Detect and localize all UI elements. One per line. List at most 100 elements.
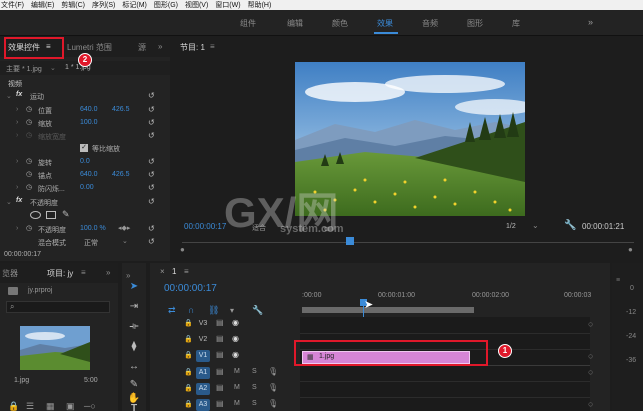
fit-select[interactable]: 适合 <box>252 223 266 233</box>
mute-button[interactable]: M <box>234 400 240 407</box>
stopwatch-icon[interactable]: ◷ <box>26 105 32 113</box>
fx-badge-icon[interactable]: fx <box>16 91 22 98</box>
menu-help[interactable]: 帮助(H) <box>248 0 272 10</box>
track-label-v3[interactable]: V3 <box>196 318 210 330</box>
scale-value[interactable]: 100.0 <box>80 119 98 126</box>
menu-graphics[interactable]: 图形(G) <box>154 0 178 10</box>
lock-track-icon[interactable]: 🔒 <box>184 400 193 408</box>
project-more-icon[interactable]: » <box>106 268 110 277</box>
anchor-x-value[interactable]: 640.0 <box>80 171 98 178</box>
selection-tool-icon[interactable]: ➤ <box>127 280 141 294</box>
sequence-tab[interactable]: 1 <box>172 267 176 276</box>
lock-track-icon[interactable]: 🔒 <box>184 335 193 343</box>
scroll-knob-icon[interactable]: ○ <box>588 367 593 377</box>
zoom-select[interactable]: 1/2 <box>506 223 516 230</box>
timeline-menu-icon[interactable]: ≡ <box>184 267 189 276</box>
expand-arrow-icon[interactable]: › <box>16 106 18 113</box>
workspace-tab-editing[interactable]: 编辑 <box>287 18 303 29</box>
tab-source[interactable]: 源 <box>138 42 146 53</box>
expand-arrow-icon[interactable]: › <box>16 119 18 126</box>
ripple-edit-tool-icon[interactable]: ⟛ <box>127 320 141 334</box>
eye-icon[interactable]: ◉ <box>232 350 239 359</box>
anchor-y-value[interactable]: 426.5 <box>112 171 130 178</box>
rectangle-mask-icon[interactable] <box>46 211 56 219</box>
effect-controls-more-icon[interactable]: » <box>158 42 162 51</box>
toggle-sync-icon[interactable]: ▤ <box>216 334 224 343</box>
expand-arrow-icon[interactable]: ⌄ <box>6 198 12 206</box>
reset-icon[interactable]: ↺ <box>148 237 155 246</box>
zoom-slider[interactable]: ─○ <box>84 401 96 411</box>
track-label-a2[interactable]: A2 <box>196 383 210 395</box>
menu-sequence[interactable]: 序列(S) <box>92 0 115 10</box>
stopwatch-active-icon[interactable]: ◷ <box>26 224 32 232</box>
list-view-icon[interactable]: ☰ <box>26 401 34 411</box>
eye-icon[interactable]: ◉ <box>232 334 239 343</box>
reset-icon[interactable]: ↺ <box>148 183 155 192</box>
menu-window[interactable]: 窗口(W) <box>215 0 240 10</box>
mute-button[interactable]: M <box>234 368 240 375</box>
track-label-v2[interactable]: V2 <box>196 334 210 346</box>
solo-button[interactable]: S <box>252 368 257 375</box>
scroll-knob-icon[interactable]: ○ <box>588 399 593 409</box>
workspace-tab-graphics[interactable]: 图形 <box>467 18 483 29</box>
reset-icon[interactable]: ↺ <box>148 224 155 233</box>
fx-badge-icon[interactable]: fx <box>16 197 22 204</box>
work-area-bar[interactable] <box>302 307 474 313</box>
anti-flicker-value[interactable]: 0.00 <box>80 184 94 191</box>
program-monitor-title[interactable]: 节目: 1 <box>180 42 205 53</box>
scrub-start-handle-icon[interactable]: ● <box>180 245 185 254</box>
pen-mask-icon[interactable]: ✎ <box>62 209 70 220</box>
workspace-tab-libraries[interactable]: 库 <box>512 18 520 29</box>
opacity-value[interactable]: 100.0 % <box>80 225 106 232</box>
time-ruler[interactable]: :00:00 00:00:01:00 00:00:02:00 00:00:03 … <box>302 287 592 315</box>
source-clip-label[interactable]: 主要 * 1.jpg <box>6 64 42 74</box>
expand-arrow-icon[interactable]: › <box>16 158 18 165</box>
timeline-settings-icon[interactable]: 🔧 <box>252 305 263 316</box>
blend-mode-select[interactable]: 正常 <box>84 238 98 248</box>
menu-edit[interactable]: 编辑(E) <box>31 0 54 10</box>
toggle-sync-icon[interactable]: ▤ <box>216 399 224 408</box>
solo-button[interactable]: S <box>252 400 257 407</box>
meter-menu-icon[interactable]: ≡ <box>616 277 620 284</box>
solo-button[interactable]: S <box>252 384 257 391</box>
reset-icon[interactable]: ↺ <box>148 131 155 140</box>
project-menu-icon[interactable]: ≡ <box>81 268 86 277</box>
pen-tool-icon[interactable]: ✎ <box>127 378 141 392</box>
track-label-v1[interactable]: V1 <box>196 350 210 362</box>
workspace-tab-effects[interactable]: 效果 <box>377 18 393 29</box>
reset-opacity-icon[interactable]: ↺ <box>148 197 155 206</box>
workspace-tab-color[interactable]: 颜色 <box>332 18 348 29</box>
microphone-icon[interactable]: 🎙 <box>268 367 278 376</box>
reset-icon[interactable]: ↺ <box>148 170 155 179</box>
stopwatch-icon[interactable]: ◷ <box>26 183 32 191</box>
keyframe-nav-icon[interactable]: ◂◆▸ <box>118 224 130 232</box>
chevron-down-icon[interactable]: ⌄ <box>122 237 128 245</box>
type-tool-icon[interactable]: T <box>127 402 141 411</box>
track-select-tool-icon[interactable]: ⇥ <box>127 300 141 314</box>
reset-icon[interactable]: ↺ <box>148 157 155 166</box>
project-clip-thumbnail[interactable] <box>20 326 90 370</box>
workspace-more-icon[interactable]: » <box>588 17 593 27</box>
ellipse-mask-icon[interactable] <box>30 211 41 219</box>
snap-icon[interactable]: ∩ <box>188 305 194 315</box>
microphone-icon[interactable]: 🎙 <box>268 399 278 408</box>
program-scrub-bar[interactable] <box>182 242 634 243</box>
freeform-view-icon[interactable]: ▣ <box>66 401 75 411</box>
mute-button[interactable]: M <box>234 384 240 391</box>
tab-lumetri-scopes[interactable]: Lumetri 范围 <box>67 42 112 53</box>
menu-clip[interactable]: 剪辑(C) <box>61 0 85 10</box>
scrub-end-handle-icon[interactable]: ● <box>628 245 633 254</box>
razor-tool-icon[interactable]: ⧫ <box>127 340 141 354</box>
expand-arrow-icon[interactable]: › <box>16 225 18 232</box>
toggle-sync-icon[interactable]: ▤ <box>216 383 224 392</box>
rotation-value[interactable]: 0.0 <box>80 158 90 165</box>
lock-track-icon[interactable]: 🔒 <box>184 368 193 376</box>
stopwatch-icon[interactable]: ◷ <box>26 118 32 126</box>
timeline-timecode[interactable]: 00:00:00:17 <box>164 283 217 294</box>
toggle-sync-icon[interactable]: ▤ <box>216 367 224 376</box>
scroll-knob-icon[interactable]: ○ <box>588 319 593 329</box>
program-playhead[interactable] <box>346 237 354 245</box>
lock-track-icon[interactable]: 🔒 <box>184 351 193 359</box>
menu-view[interactable]: 视图(V) <box>185 0 208 10</box>
workspace-tab-assembly[interactable]: 组件 <box>240 18 256 29</box>
